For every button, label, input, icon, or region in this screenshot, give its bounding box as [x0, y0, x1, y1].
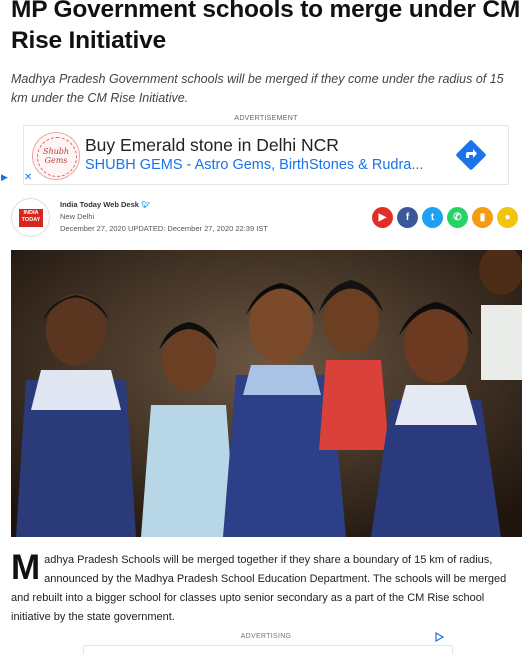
bookmark-icon[interactable]: ▮ [472, 207, 493, 228]
article-headline: MP Government schools to merge under CM … [11, 0, 521, 54]
footer-ad-frame [83, 645, 453, 654]
ad-banner[interactable]: Shubh Gems Buy Emerald stone in Delhi NC… [23, 125, 509, 185]
comment-icon[interactable]: ● [497, 207, 518, 228]
article-standfirst: Madhya Pradesh Government schools will b… [11, 72, 504, 105]
article-body: Madhya Pradesh Schools will be merged to… [11, 548, 523, 627]
facebook-icon[interactable]: f [397, 207, 418, 228]
youtube-icon[interactable]: ▶ [372, 207, 393, 228]
article-byline: INDIA TODAY India Today Web Desk 🐦︎ New … [11, 198, 526, 238]
dateline-location: New Delhi [60, 212, 95, 221]
india-today-logo: INDIA TODAY [19, 209, 43, 227]
ad-title[interactable]: Buy Emerald stone in Delhi NCR [85, 135, 339, 156]
close-icon[interactable]: ✕ [24, 172, 32, 183]
twitter-icon[interactable]: t [422, 207, 443, 228]
whatsapp-icon[interactable]: ✆ [447, 207, 468, 228]
adchoices-icon[interactable] [434, 632, 444, 642]
advertisement-label: ADVERTISEMENT [234, 115, 298, 122]
ad-subtitle[interactable]: SHUBH GEMS - Astro Gems, BirthStones & R… [85, 157, 423, 173]
shubh-gems-logo: Shubh Gems [32, 132, 80, 180]
children-photo [11, 250, 522, 537]
hero-image [11, 250, 522, 537]
directions-arrow-icon[interactable] [456, 140, 486, 170]
drop-cap: M [11, 548, 41, 587]
share-bar: ▶ f t ✆ ▮ ● [372, 207, 518, 228]
ad-logo-text: Shubh Gems [42, 147, 70, 165]
article-paragraph: adhya Pradesh Schools will be merged tog… [11, 554, 507, 623]
author-name-text: India Today Web Desk [60, 200, 139, 209]
author-name[interactable]: India Today Web Desk 🐦︎ [60, 200, 150, 209]
advertising-label: ADVERTISING [240, 633, 292, 640]
adchoices-icon[interactable]: ▶ [1, 172, 8, 183]
publish-dates: December 27, 2020 UPDATED: December 27, … [60, 224, 268, 233]
author-avatar[interactable]: INDIA TODAY [11, 198, 50, 237]
twitter-bird-icon[interactable]: 🐦︎ [141, 202, 150, 209]
